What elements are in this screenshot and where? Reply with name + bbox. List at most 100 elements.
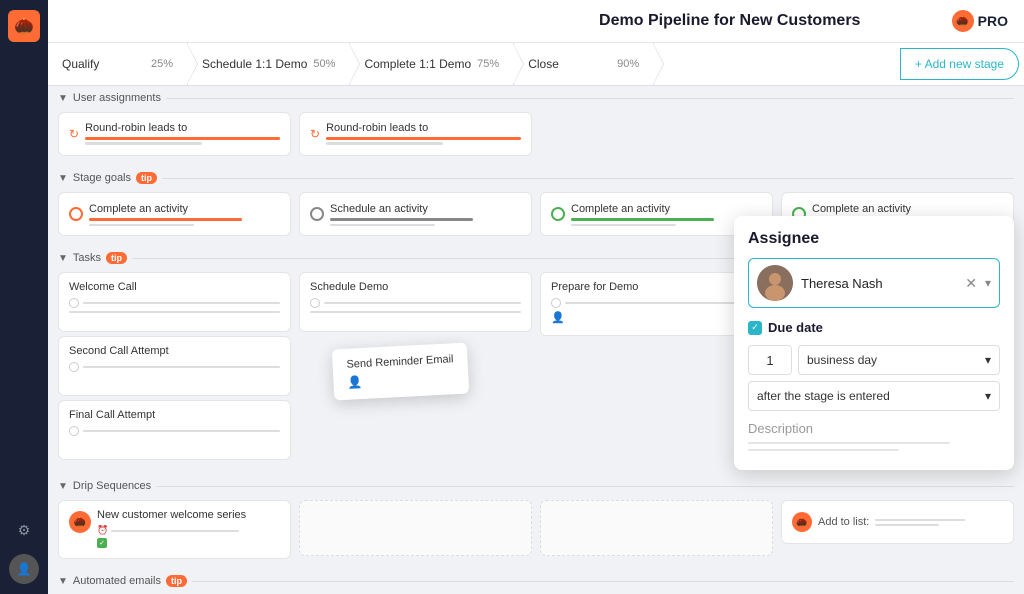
task-line-6: [565, 302, 762, 304]
user-assignments-section: ▼ User assignments ↻ Round-robin leads t…: [48, 86, 1024, 166]
task-circle-2: [69, 362, 79, 372]
drip-card-1[interactable]: 🌰 New customer welcome series ⏰: [58, 500, 291, 559]
stage-tab-close[interactable]: Close 90%: [514, 43, 654, 85]
due-date-checkbox[interactable]: [748, 321, 762, 335]
ua-card-2[interactable]: ↻ Round-robin leads to: [299, 112, 532, 156]
desc-line-2: [748, 449, 899, 451]
task-person: 👤: [551, 311, 565, 324]
task-circle-3: [69, 426, 79, 436]
atl-line-1: [875, 519, 964, 521]
task-card-schedule[interactable]: Schedule Demo: [299, 272, 532, 332]
sg-label-4: Complete an activity: [812, 203, 1003, 215]
task-row-4: [69, 426, 280, 436]
task-row-8: 👤: [551, 311, 762, 324]
drag-card[interactable]: Send Reminder Email 👤: [332, 343, 469, 401]
task-title-schedule: Schedule Demo: [310, 281, 521, 293]
sg-top-3: [571, 218, 714, 221]
ua-bar-gray-1: [85, 142, 202, 145]
assignee-popup: Assignee Theresa Nash ✕ ▾ Due date: [734, 216, 1014, 470]
assignee-clear-icon[interactable]: ✕: [965, 275, 977, 292]
due-select-chevron: [985, 353, 991, 367]
drip-row-2: [97, 538, 280, 548]
ua-card-1[interactable]: ↻ Round-robin leads to: [58, 112, 291, 156]
sg-icon-1: [69, 207, 83, 221]
task-title-final: Final Call Attempt: [69, 409, 280, 421]
assignee-chevron-icon[interactable]: ▾: [985, 276, 991, 290]
email-section: ▼ Automated emails tip Start sending: 👤: [48, 569, 1024, 594]
user-avatar[interactable]: 👤: [9, 554, 39, 584]
sg-top-1: [89, 218, 242, 221]
task-card-welcome[interactable]: Welcome Call: [58, 272, 291, 332]
drip-toggle[interactable]: ▼: [58, 481, 68, 492]
task-row-2: [69, 311, 280, 313]
ua-lines-1: Round-robin leads to: [85, 122, 280, 147]
sg-label-3: Complete an activity: [571, 203, 762, 215]
drip-empty-3: [540, 500, 773, 556]
ua-lines-2: Round-robin leads to: [326, 122, 521, 147]
sg-icon-2: [310, 207, 324, 221]
sg-icon-3: [551, 207, 565, 221]
drip-clock-icon: ⏰: [97, 525, 108, 536]
atl-card[interactable]: 🌰 Add to list:: [781, 500, 1014, 544]
drip-title-1: New customer welcome series: [97, 509, 280, 521]
ua-grid: ↻ Round-robin leads to ↻ Round-robin lea…: [48, 110, 1024, 166]
task-card-second[interactable]: Second Call Attempt: [58, 336, 291, 396]
drip-row-1: ⏰: [97, 525, 280, 536]
ua-title: User assignments: [73, 92, 161, 104]
acorn-icon: 🌰: [952, 10, 974, 32]
atl-acorn: 🌰: [792, 512, 812, 532]
ua-line: [166, 98, 1014, 99]
due-select-after-stage[interactable]: after the stage is entered: [748, 381, 1000, 411]
task-circle-5: [551, 298, 561, 308]
ua-empty-3: [540, 112, 773, 160]
stage-goals-header: ▼ Stage goals tip: [48, 166, 1024, 190]
ua-bar-orange-2: [326, 137, 521, 140]
stage-tab-qualify[interactable]: Qualify 25%: [48, 43, 188, 85]
task-line-2: [83, 366, 280, 368]
tasks-badge: tip: [106, 252, 127, 264]
header: Demo Pipeline for New Customers 🌰 PRO: [48, 0, 1024, 43]
stage-tab-complete[interactable]: Complete 1:1 Demo 75%: [350, 43, 514, 85]
drip-grid: 🌰 New customer welcome series ⏰: [48, 498, 1024, 569]
due-select-business-day[interactable]: business day: [798, 345, 1000, 375]
drag-card-label: Send Reminder Email: [346, 353, 453, 371]
email-badge: tip: [166, 575, 187, 587]
pipeline-content: ▼ User assignments ↻ Round-robin leads t…: [48, 86, 1024, 594]
page-title: Demo Pipeline for New Customers: [508, 12, 952, 30]
task-line-4: [324, 302, 521, 304]
sg-toggle[interactable]: ▼: [58, 173, 68, 184]
sg-line: [162, 178, 1014, 179]
ua-icon-1: ↻: [69, 127, 79, 141]
ua-col-1: ↻ Round-robin leads to: [54, 112, 295, 160]
sg-card-1[interactable]: Complete an activity: [58, 192, 291, 236]
sg-label-2: Schedule an activity: [330, 203, 521, 215]
ua-col-3: [536, 112, 777, 160]
description-lines: [748, 442, 1000, 451]
ua-toggle[interactable]: ▼: [58, 93, 68, 104]
sidebar: 🌰 ⚙ 👤: [0, 0, 48, 594]
email-title: Automated emails: [73, 575, 161, 587]
task-row-5: [310, 298, 521, 308]
drip-header: ▼ Drip Sequences: [48, 474, 1024, 498]
due-num-input[interactable]: 1: [748, 345, 792, 375]
sg-lines-1: Complete an activity: [89, 203, 280, 226]
sg-title: Stage goals: [73, 172, 131, 184]
ua-bar-gray-2: [326, 142, 443, 145]
stage-tab-schedule[interactable]: Schedule 1:1 Demo 50%: [188, 43, 350, 85]
ua-col-4: [777, 112, 1018, 160]
sidebar-logo: 🌰: [8, 10, 40, 42]
email-header: ▼ Automated emails tip: [48, 569, 1024, 593]
task-line-5: [310, 311, 521, 313]
sg-label-1: Complete an activity: [89, 203, 280, 215]
ua-bar-orange-1: [85, 137, 280, 140]
sg-lines-2: Schedule an activity: [330, 203, 521, 226]
sg-sub-1: [89, 224, 194, 226]
add-stage-button[interactable]: + Add new stage: [900, 48, 1019, 80]
assignee-row[interactable]: Theresa Nash ✕ ▾: [748, 258, 1000, 308]
drip-line: [156, 486, 1014, 487]
tasks-toggle[interactable]: ▼: [58, 253, 68, 264]
email-toggle[interactable]: ▼: [58, 576, 68, 587]
task-card-final[interactable]: Final Call Attempt: [58, 400, 291, 460]
settings-icon[interactable]: ⚙: [8, 514, 40, 546]
sg-card-2[interactable]: Schedule an activity: [299, 192, 532, 236]
